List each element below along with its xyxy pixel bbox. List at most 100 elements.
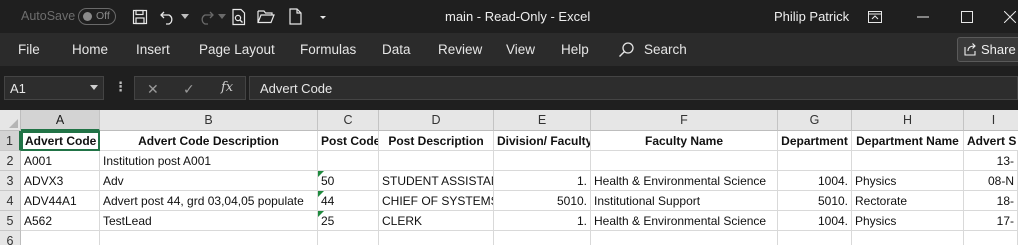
print-preview-icon[interactable] [230, 7, 248, 26]
cell-b5[interactable]: TestLead [100, 211, 318, 231]
column-header-e[interactable]: E [494, 110, 591, 131]
cell-g6[interactable] [778, 231, 852, 245]
tab-page-layout[interactable]: Page Layout [199, 42, 275, 57]
cell-d6[interactable] [379, 231, 494, 245]
cell-f1[interactable]: Faculty Name [591, 131, 778, 151]
cell-b2[interactable]: Institution post A001 [100, 151, 318, 171]
row-header-1[interactable]: 1 [0, 131, 21, 151]
insert-function-icon[interactable]: fx [221, 80, 233, 95]
undo-dropdown-icon[interactable] [180, 7, 190, 26]
cell-f3[interactable]: Health & Environmental Science [591, 171, 778, 191]
cell-g4[interactable]: 5010. [778, 191, 852, 211]
cell-i3[interactable]: 08-N [964, 171, 1018, 191]
redo-dropdown-icon[interactable] [217, 7, 227, 26]
cell-e2[interactable] [494, 151, 591, 171]
column-header-h[interactable]: H [852, 110, 964, 131]
cell-e3[interactable]: 1. [494, 171, 591, 191]
tab-home[interactable]: Home [72, 42, 108, 57]
cell-e1[interactable]: Division/ Faculty [494, 131, 591, 151]
column-header-b[interactable]: B [100, 110, 318, 131]
cell-g1[interactable]: Department [778, 131, 852, 151]
tab-insert[interactable]: Insert [136, 42, 170, 57]
column-header-f[interactable]: F [591, 110, 778, 131]
cell-c2[interactable] [318, 151, 379, 171]
cell-d4[interactable]: CHIEF OF SYSTEMS [379, 191, 494, 211]
cell-a5[interactable]: A562 [21, 211, 100, 231]
worksheet-grid[interactable]: A B C D E F G H I 1 2 3 4 5 6 Advert Cod… [0, 110, 1018, 245]
cell-i6[interactable] [964, 231, 1018, 245]
cell-h4[interactable]: Rectorate [852, 191, 964, 211]
confirm-entry-icon[interactable]: ✓ [183, 81, 195, 98]
cell-c1[interactable]: Post Code [318, 131, 379, 151]
cell-b1[interactable]: Advert Code Description [100, 131, 318, 151]
cell-b6[interactable] [100, 231, 318, 245]
cell-h1[interactable]: Department Name [852, 131, 964, 151]
cell-f4[interactable]: Institutional Support [591, 191, 778, 211]
cell-i4[interactable]: 18- [964, 191, 1018, 211]
cell-i1[interactable]: Advert S [964, 131, 1018, 151]
open-folder-icon[interactable] [256, 7, 276, 26]
user-name[interactable]: Philip Patrick [774, 9, 849, 24]
cell-b4[interactable]: Advert post 44, grd 03,04,05 populate [100, 191, 318, 211]
cell-h2[interactable] [852, 151, 964, 171]
cell-c4[interactable]: 44 [318, 191, 379, 211]
cell-e5[interactable]: 1. [494, 211, 591, 231]
row-header-4[interactable]: 4 [0, 191, 21, 211]
tab-data[interactable]: Data [382, 42, 411, 57]
cell-h5[interactable]: Physics [852, 211, 964, 231]
new-document-icon[interactable] [287, 7, 303, 26]
row-header-5[interactable]: 5 [0, 211, 21, 231]
cell-a1[interactable]: Advert Code [21, 131, 100, 151]
tab-view[interactable]: View [506, 42, 535, 57]
cell-g3[interactable]: 1004. [778, 171, 852, 191]
minimize-icon[interactable] [910, 4, 936, 30]
cell-c3[interactable]: 50 [318, 171, 379, 191]
cell-e6[interactable] [494, 231, 591, 245]
column-header-c[interactable]: C [318, 110, 379, 131]
cell-a4[interactable]: ADV44A1 [21, 191, 100, 211]
cell-c6[interactable] [318, 231, 379, 245]
cell-d1[interactable]: Post Description [379, 131, 494, 151]
column-header-i[interactable]: I [964, 110, 1018, 131]
autosave-toggle[interactable]: Off [78, 8, 116, 25]
row-header-3[interactable]: 3 [0, 171, 21, 191]
formula-input[interactable]: Advert Code [249, 76, 1018, 100]
cell-a3[interactable]: ADVX3 [21, 171, 100, 191]
column-header-g[interactable]: G [778, 110, 852, 131]
tab-review[interactable]: Review [438, 42, 482, 57]
cell-f2[interactable] [591, 151, 778, 171]
formula-bar-grip-icon[interactable]: ⋮ [114, 79, 127, 95]
column-header-d[interactable]: D [379, 110, 494, 131]
redo-icon[interactable] [196, 7, 216, 26]
cell-i2[interactable]: 13- [964, 151, 1018, 171]
maximize-icon[interactable] [954, 4, 980, 30]
cell-h6[interactable] [852, 231, 964, 245]
row-header-2[interactable]: 2 [0, 151, 21, 171]
cell-f5[interactable]: Health & Environmental Science [591, 211, 778, 231]
column-header-a[interactable]: A [21, 110, 100, 131]
select-all-button[interactable] [0, 110, 21, 131]
cell-d2[interactable] [379, 151, 494, 171]
cell-e4[interactable]: 5010. [494, 191, 591, 211]
save-icon[interactable] [131, 7, 149, 26]
cell-d3[interactable]: STUDENT ASSISTANT [379, 171, 494, 191]
ribbon-display-options-icon[interactable] [862, 4, 888, 30]
search-icon[interactable] [618, 41, 635, 61]
close-icon[interactable] [997, 4, 1018, 30]
cell-i5[interactable]: 17- [964, 211, 1018, 231]
cell-d5[interactable]: CLERK [379, 211, 494, 231]
name-box-dropdown-icon[interactable] [90, 85, 98, 90]
cell-g2[interactable] [778, 151, 852, 171]
cell-c5[interactable]: 25 [318, 211, 379, 231]
cell-h3[interactable]: Physics [852, 171, 964, 191]
tab-file[interactable]: File [18, 42, 40, 57]
name-box[interactable]: A1 [4, 76, 104, 100]
search-box[interactable]: Search [644, 42, 687, 57]
tab-help[interactable]: Help [561, 42, 589, 57]
cancel-entry-icon[interactable]: ✕ [147, 81, 159, 98]
cell-a6[interactable] [21, 231, 100, 245]
customize-toolbar-icon[interactable] [318, 7, 328, 26]
cell-f6[interactable] [591, 231, 778, 245]
undo-icon[interactable] [158, 7, 178, 26]
share-button[interactable]: Share [957, 37, 1018, 62]
